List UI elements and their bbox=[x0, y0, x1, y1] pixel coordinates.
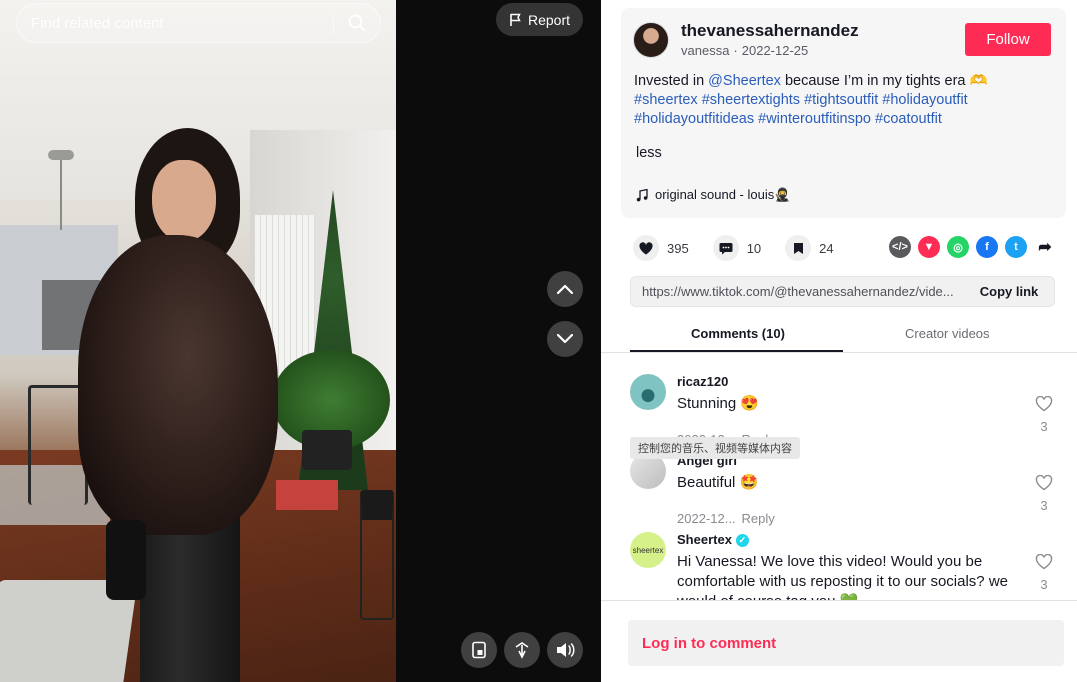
heart-outline-icon bbox=[1035, 553, 1053, 570]
person-face bbox=[152, 160, 216, 242]
comment-like[interactable]: 3 bbox=[1032, 553, 1056, 592]
post-description: Invested in @Sheertex because I’m in my … bbox=[634, 72, 1054, 129]
music-title: original sound - louis🥷 bbox=[655, 187, 791, 202]
tab-creator-videos[interactable]: Creator videos bbox=[905, 326, 990, 341]
comment-author[interactable]: ricaz120 bbox=[677, 374, 728, 389]
whatsapp-icon[interactable]: ◎ bbox=[947, 236, 969, 258]
comment-list: ricaz120 Stunning 😍 2022-12...Reply 3 An… bbox=[601, 360, 1077, 600]
tabs: Comments (10) Creator videos bbox=[601, 320, 1077, 353]
comment-meta: 2022-12... Reply bbox=[677, 511, 781, 526]
comment-text: Hi Vanessa! We love this video! Would yo… bbox=[677, 553, 1008, 600]
comment-avatar[interactable]: sheertex bbox=[630, 532, 666, 568]
bookmark-icon bbox=[793, 242, 803, 254]
comment-text: Beautiful 🤩 bbox=[677, 474, 759, 491]
chevron-up-icon bbox=[556, 284, 574, 295]
less-toggle[interactable]: less bbox=[636, 145, 662, 161]
person-fur-coat bbox=[78, 235, 278, 535]
previous-video-button[interactable] bbox=[547, 271, 583, 307]
author-username[interactable]: thevanessahernandez bbox=[681, 21, 859, 41]
subline-dot: · bbox=[733, 43, 738, 58]
save-circle bbox=[785, 235, 812, 261]
desc-text-before: Invested in bbox=[634, 73, 709, 89]
comment-like-count: 3 bbox=[1040, 419, 1048, 434]
avatar[interactable] bbox=[633, 22, 669, 58]
like-circle bbox=[633, 235, 659, 261]
next-video-button[interactable] bbox=[547, 321, 583, 357]
scene-gift bbox=[276, 480, 338, 510]
copy-link-button[interactable]: Copy link bbox=[964, 284, 1054, 299]
desc-text-after: because I’m in my tights era 🫶 bbox=[780, 73, 988, 89]
scene-plant-stand bbox=[360, 490, 394, 620]
comment-text: Stunning 😍 bbox=[677, 395, 760, 412]
video-panel: Find related content Report bbox=[0, 0, 601, 682]
chevron-down-icon bbox=[556, 333, 574, 344]
mention-link[interactable]: @Sheertex bbox=[708, 73, 781, 89]
comment-icon bbox=[719, 242, 733, 254]
save-action[interactable]: 24 bbox=[785, 235, 834, 261]
heart-icon bbox=[639, 241, 653, 254]
scene-lamp-cord bbox=[60, 160, 62, 230]
comment-like-count: 3 bbox=[1040, 577, 1048, 592]
tab-underline bbox=[630, 350, 843, 352]
flag-icon bbox=[510, 13, 521, 26]
action-bar: 395 10 24 bbox=[633, 235, 858, 261]
pip-icon bbox=[472, 641, 486, 659]
related-search-bar[interactable]: Find related content bbox=[16, 3, 381, 43]
share-row: </> ▼ ◎ f t ➦ bbox=[889, 236, 1056, 258]
comment-author[interactable]: Sheertex ✓ bbox=[677, 532, 749, 547]
search-button[interactable] bbox=[334, 3, 380, 43]
arrow-hand-icon bbox=[515, 642, 529, 659]
twitter-icon[interactable]: t bbox=[1005, 236, 1027, 258]
link-row: https://www.tiktok.com/@thevanessahernan… bbox=[630, 276, 1055, 307]
share-url: https://www.tiktok.com/@thevanessahernan… bbox=[642, 284, 954, 299]
music-link[interactable]: original sound - louis🥷 bbox=[636, 187, 790, 203]
comment-date: 2022-12... bbox=[677, 511, 736, 526]
reply-button[interactable]: Reply bbox=[742, 511, 775, 526]
comment-count: 10 bbox=[746, 240, 762, 256]
tab-comments[interactable]: Comments (10) bbox=[691, 326, 785, 341]
verified-icon: ✓ bbox=[735, 534, 749, 547]
report-button[interactable]: Report bbox=[496, 3, 583, 36]
save-count: 24 bbox=[819, 240, 834, 256]
person-bag bbox=[106, 520, 146, 600]
video-frame[interactable] bbox=[0, 0, 396, 682]
comment-action[interactable]: 10 bbox=[712, 235, 762, 261]
volume-icon bbox=[557, 643, 575, 657]
send-icon[interactable]: ▼ bbox=[918, 236, 940, 258]
footer-divider bbox=[601, 600, 1077, 601]
facebook-icon[interactable]: f bbox=[976, 236, 998, 258]
music-note-icon bbox=[636, 188, 648, 201]
follow-button[interactable]: Follow bbox=[965, 23, 1051, 56]
scene-pot bbox=[302, 430, 352, 470]
search-input[interactable]: Find related content bbox=[17, 15, 333, 32]
embed-icon[interactable]: </> bbox=[889, 236, 911, 258]
heart-outline-icon bbox=[1035, 474, 1053, 491]
login-to-comment-button[interactable]: Log in to comment bbox=[628, 620, 1064, 666]
hashtags[interactable]: #sheertex #sheertextights #tightsoutfit … bbox=[634, 92, 968, 127]
comment-like[interactable]: 3 bbox=[1032, 474, 1056, 513]
comment-like-count: 3 bbox=[1040, 498, 1048, 513]
author-subline: vanessa · 2022-12-25 bbox=[681, 43, 812, 58]
post-date: 2022-12-25 bbox=[741, 43, 809, 58]
like-count: 395 bbox=[667, 240, 689, 256]
scene-lamp bbox=[48, 150, 74, 160]
autoscroll-button[interactable] bbox=[504, 632, 540, 668]
comment-author-name: Sheertex bbox=[677, 532, 732, 547]
media-control-tooltip: 控制您的音乐、视频等媒体内容 bbox=[630, 437, 800, 459]
report-label: Report bbox=[527, 11, 571, 28]
picture-in-picture-button[interactable] bbox=[461, 632, 497, 668]
info-panel: thevanessahernandez vanessa · 2022-12-25 F… bbox=[601, 0, 1077, 682]
share-arrow-icon[interactable]: ➦ bbox=[1034, 236, 1056, 258]
author-nickname: vanessa bbox=[681, 43, 730, 58]
comment-like[interactable]: 3 bbox=[1032, 395, 1056, 434]
comment-circle bbox=[712, 235, 739, 261]
search-icon bbox=[348, 14, 366, 32]
like-action[interactable]: 395 bbox=[633, 235, 689, 261]
heart-outline-icon bbox=[1035, 395, 1053, 412]
volume-button[interactable] bbox=[547, 632, 583, 668]
comment-avatar[interactable] bbox=[630, 374, 666, 410]
